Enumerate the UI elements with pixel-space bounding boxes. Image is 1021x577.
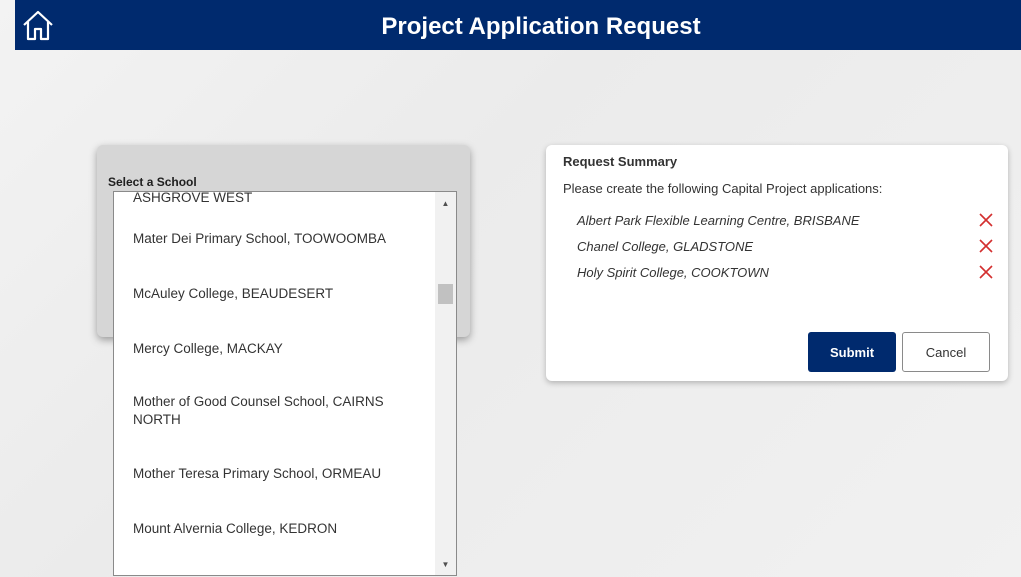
close-icon[interactable] (977, 211, 995, 229)
summary-title: Request Summary (563, 154, 678, 169)
summary-item-label: Chanel College, GLADSTONE (577, 239, 754, 254)
school-option[interactable]: Mount Alvernia College, KEDRON (114, 501, 436, 556)
page: Project Application Request Select a Sch… (0, 0, 1021, 577)
close-icon[interactable] (977, 263, 995, 281)
cancel-button[interactable]: Cancel (902, 332, 990, 372)
header-bar: Project Application Request (15, 0, 1021, 50)
school-option[interactable]: McAuley College, BEAUDESERT (114, 266, 436, 321)
school-option[interactable]: ASHGROVE WEST (114, 192, 436, 211)
page-title: Project Application Request (381, 13, 701, 40)
submit-button[interactable]: Submit (808, 332, 896, 372)
summary-item: Chanel College, GLADSTONE (577, 237, 997, 257)
school-option[interactable]: Mercy College, MACKAY (114, 321, 436, 376)
triangle-up-icon[interactable]: ▲ (435, 194, 456, 212)
close-icon[interactable] (977, 237, 995, 255)
summary-item: Holy Spirit College, COOKTOWN (577, 263, 997, 283)
summary-item-label: Albert Park Flexible Learning Centre, BR… (577, 213, 860, 228)
triangle-down-icon[interactable]: ▼ (435, 555, 456, 573)
summary-description: Please create the following Capital Proj… (563, 181, 883, 196)
school-select-label: Select a School (108, 175, 197, 189)
school-option[interactable]: Mother Teresa Primary School, ORMEAU (114, 446, 436, 501)
school-option[interactable]: Mater Dei Primary School, TOOWOOMBA (114, 211, 436, 266)
summary-item: Albert Park Flexible Learning Centre, BR… (577, 211, 997, 231)
school-option[interactable]: Mother of Good Counsel School, CAIRNS NO… (114, 376, 436, 446)
home-icon[interactable] (21, 8, 55, 42)
dropdown-scrollbar[interactable]: ▲ ▼ (435, 192, 456, 575)
summary-item-label: Holy Spirit College, COOKTOWN (577, 265, 769, 280)
scroll-thumb[interactable] (438, 284, 453, 304)
school-dropdown-list[interactable]: ASHGROVE WEST Mater Dei Primary School, … (113, 191, 457, 576)
home-button[interactable] (15, 0, 61, 50)
school-options: ASHGROVE WEST Mater Dei Primary School, … (114, 192, 436, 556)
request-summary-card: Request Summary Please create the follow… (546, 145, 1008, 381)
